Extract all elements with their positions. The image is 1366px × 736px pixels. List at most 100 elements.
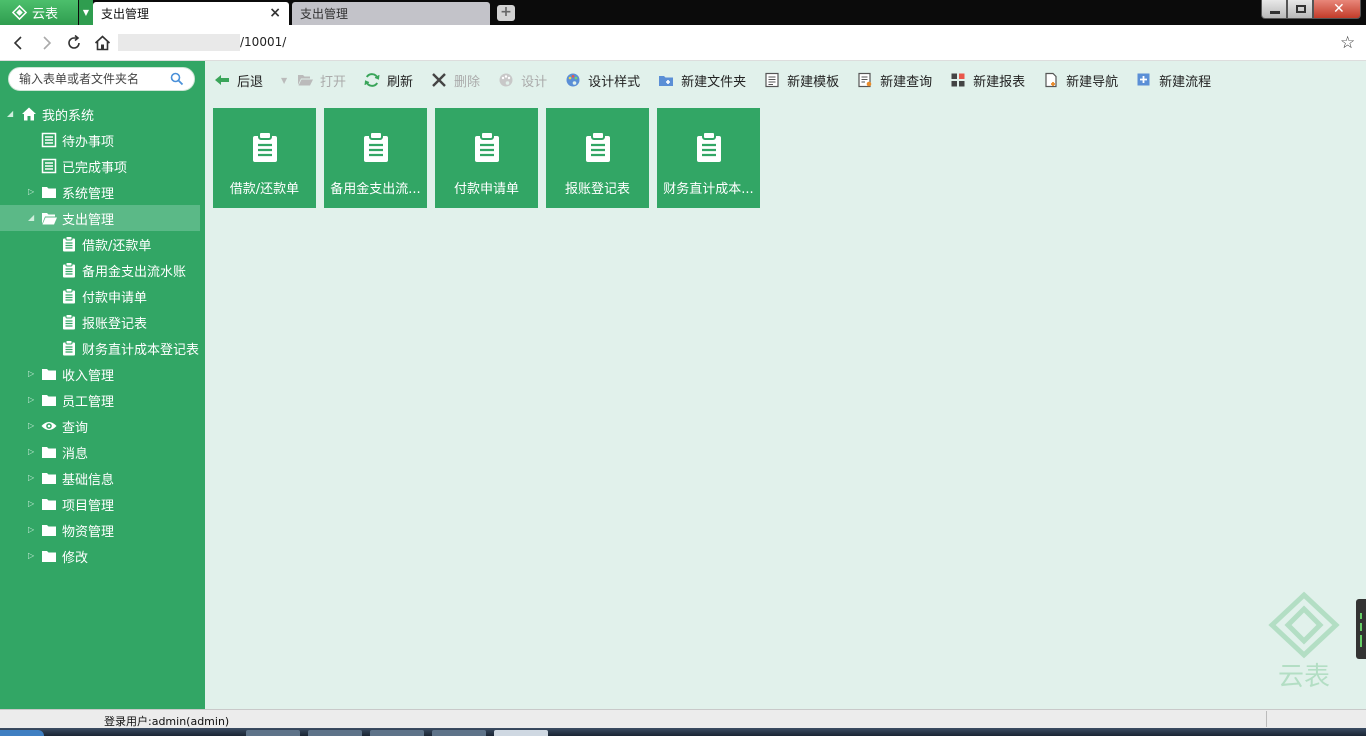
reload-button[interactable] — [64, 33, 84, 53]
sidebar-subitem-direct-cost-register[interactable]: 财务直计成本登记表 — [0, 335, 205, 361]
sidebar-item-label: 备用金支出流水账 — [82, 264, 187, 280]
refresh-button[interactable]: 刷新 — [364, 68, 421, 92]
collapsed-arrow-icon[interactable]: ▷ — [28, 370, 36, 378]
bookmark-star-icon[interactable]: ☆ — [1340, 33, 1355, 53]
taskbar-item[interactable] — [308, 730, 362, 736]
list-icon — [41, 132, 57, 148]
tile-petty-cash-ledger[interactable]: 备用金支出流... — [324, 108, 427, 208]
refresh-icon — [364, 73, 380, 87]
clipboard-icon — [586, 131, 610, 162]
sidebar: ◢ 我的系统 待办事项 已完成事项 ▷ 系统管理 ◢ 支出管理 借款/还款单 — [0, 61, 205, 709]
taskbar-item[interactable] — [432, 730, 486, 736]
collapsed-arrow-icon[interactable]: ▷ — [28, 500, 36, 508]
tile-direct-cost-register[interactable]: 财务直计成本... — [657, 108, 760, 208]
start-button[interactable] — [0, 730, 44, 736]
sidebar-item-messages[interactable]: ▷ 消息 — [0, 439, 205, 465]
minimize-button[interactable] — [1261, 0, 1287, 19]
sidebar-item-materials-management[interactable]: ▷ 物资管理 — [0, 517, 205, 543]
sidebar-item-modify[interactable]: ▷ 修改 — [0, 543, 205, 569]
palette-icon — [499, 73, 513, 87]
search-input[interactable] — [19, 71, 169, 87]
back-button[interactable]: 后退 — [214, 68, 271, 92]
sidebar-item-basic-info[interactable]: ▷ 基础信息 — [0, 465, 205, 491]
sidebar-subitem-payment-request[interactable]: 付款申请单 — [0, 283, 205, 309]
sidebar-item-employee-management[interactable]: ▷ 员工管理 — [0, 387, 205, 413]
sidebar-item-system-management[interactable]: ▷ 系统管理 — [0, 179, 205, 205]
sidebar-item-query[interactable]: ▷ 查询 — [0, 413, 205, 439]
home-button[interactable] — [92, 33, 112, 53]
app-logo-icon — [12, 5, 27, 20]
back-label: 后退 — [237, 74, 264, 90]
flow-plus-icon — [1137, 73, 1150, 86]
navigation-doc-icon — [1045, 72, 1057, 88]
new-folder-button[interactable]: 新建文件夹 — [658, 68, 754, 92]
design-style-button[interactable]: 设计样式 — [565, 68, 648, 92]
collapsed-arrow-icon[interactable]: ▷ — [28, 448, 36, 456]
new-template-button[interactable]: 新建模板 — [764, 68, 847, 92]
home-icon — [94, 35, 110, 51]
title-bar: 云表 ▼ 支出管理 × 支出管理 + ✕ — [0, 0, 1366, 25]
collapsed-arrow-icon[interactable]: ▷ — [28, 188, 36, 196]
taskbar-item[interactable] — [246, 730, 300, 736]
side-widget-handle[interactable] — [1356, 599, 1366, 659]
sidebar-item-todo[interactable]: 待办事项 — [0, 127, 205, 153]
forward-nav-button[interactable] — [37, 33, 57, 53]
tree-root-my-system[interactable]: ◢ 我的系统 — [0, 101, 205, 127]
search-icon[interactable] — [170, 72, 184, 86]
taskbar-item-active[interactable] — [494, 730, 548, 736]
collapsed-arrow-icon[interactable]: ▷ — [28, 422, 36, 430]
sidebar-item-label: 消息 — [62, 446, 89, 462]
delete-button[interactable]: 删除 — [431, 68, 488, 92]
new-query-button[interactable]: 新建查询 — [857, 68, 940, 92]
new-flow-button[interactable]: 新建流程 — [1136, 68, 1219, 92]
tab-inactive[interactable]: 支出管理 — [292, 2, 490, 25]
sidebar-item-expense-management[interactable]: ◢ 支出管理 — [0, 205, 200, 231]
app-menu-button[interactable]: 云表 — [0, 0, 78, 25]
expanded-arrow-icon[interactable]: ◢ — [7, 110, 15, 118]
arrow-left-icon — [13, 36, 22, 50]
open-button[interactable]: 打开 — [297, 68, 354, 92]
tile-label: 财务直计成本... — [663, 182, 754, 197]
new-navigation-button[interactable]: 新建导航 — [1043, 68, 1126, 92]
collapsed-arrow-icon[interactable]: ▷ — [28, 526, 36, 534]
chevron-down-icon[interactable]: ▼ — [281, 76, 291, 85]
tile-reimbursement-register[interactable]: 报账登记表 — [546, 108, 649, 208]
sidebar-item-label: 系统管理 — [62, 186, 115, 202]
new-tab-button[interactable]: + — [497, 5, 515, 21]
back-nav-button[interactable] — [8, 33, 28, 53]
sidebar-subitem-reimbursement-register[interactable]: 报账登记表 — [0, 309, 205, 335]
expanded-arrow-icon[interactable]: ◢ — [28, 214, 36, 222]
collapsed-arrow-icon[interactable]: ▷ — [28, 474, 36, 482]
tab-label: 支出管理 — [300, 7, 349, 21]
folder-icon — [42, 187, 56, 198]
collapsed-arrow-icon[interactable]: ▷ — [28, 396, 36, 404]
sidebar-subitem-petty-cash-ledger[interactable]: 备用金支出流水账 — [0, 257, 205, 283]
app-dropdown-button[interactable]: ▼ — [79, 0, 93, 25]
sidebar-search — [8, 67, 195, 91]
maximize-button[interactable] — [1287, 0, 1313, 19]
clipboard-icon — [63, 288, 75, 304]
close-window-button[interactable]: ✕ — [1313, 0, 1361, 19]
collapsed-arrow-icon[interactable]: ▷ — [28, 552, 36, 560]
sidebar-item-label: 修改 — [62, 550, 89, 566]
sidebar-item-done[interactable]: 已完成事项 — [0, 153, 205, 179]
design-button[interactable]: 设计 — [498, 68, 555, 92]
url-text[interactable]: /10001/ — [240, 35, 286, 49]
tab-close-icon[interactable]: × — [269, 5, 281, 21]
sidebar-item-label: 付款申请单 — [82, 290, 148, 306]
taskbar-item[interactable] — [370, 730, 424, 736]
tab-active[interactable]: 支出管理 × — [93, 2, 289, 25]
sidebar-item-label: 借款/还款单 — [82, 238, 152, 254]
new-flow-label: 新建流程 — [1159, 74, 1212, 90]
sidebar-item-income-management[interactable]: ▷ 收入管理 — [0, 361, 205, 387]
sidebar-subitem-loan-repayment[interactable]: 借款/还款单 — [0, 231, 205, 257]
url-host-redacted[interactable] — [118, 34, 240, 51]
tile-label: 备用金支出流... — [330, 182, 421, 197]
status-divider — [1266, 711, 1267, 727]
tile-payment-request[interactable]: 付款申请单 — [435, 108, 538, 208]
sidebar-item-label: 收入管理 — [62, 368, 115, 384]
sidebar-item-project-management[interactable]: ▷ 项目管理 — [0, 491, 205, 517]
tile-loan-repayment[interactable]: 借款/还款单 — [213, 108, 316, 208]
new-report-button[interactable]: 新建报表 — [950, 68, 1033, 92]
folder-icon — [42, 525, 56, 536]
